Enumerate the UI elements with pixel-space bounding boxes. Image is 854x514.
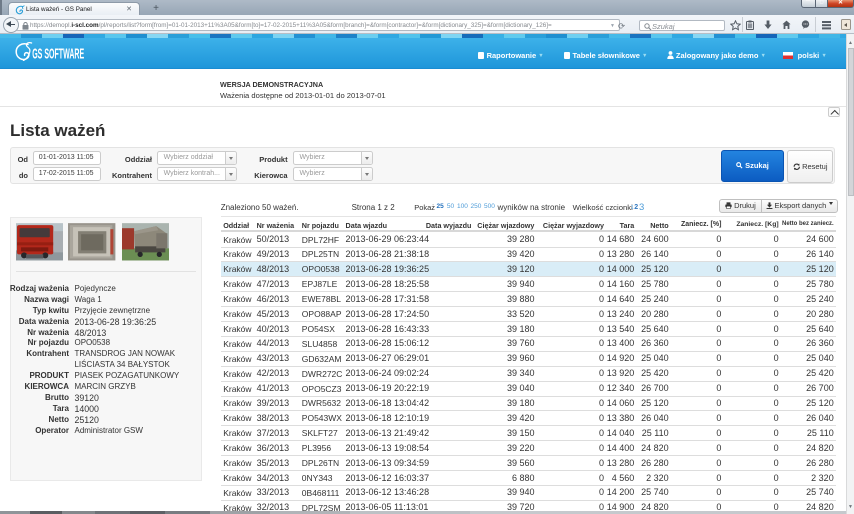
svg-text:GS SOFTWARE: GS SOFTWARE bbox=[32, 46, 84, 63]
